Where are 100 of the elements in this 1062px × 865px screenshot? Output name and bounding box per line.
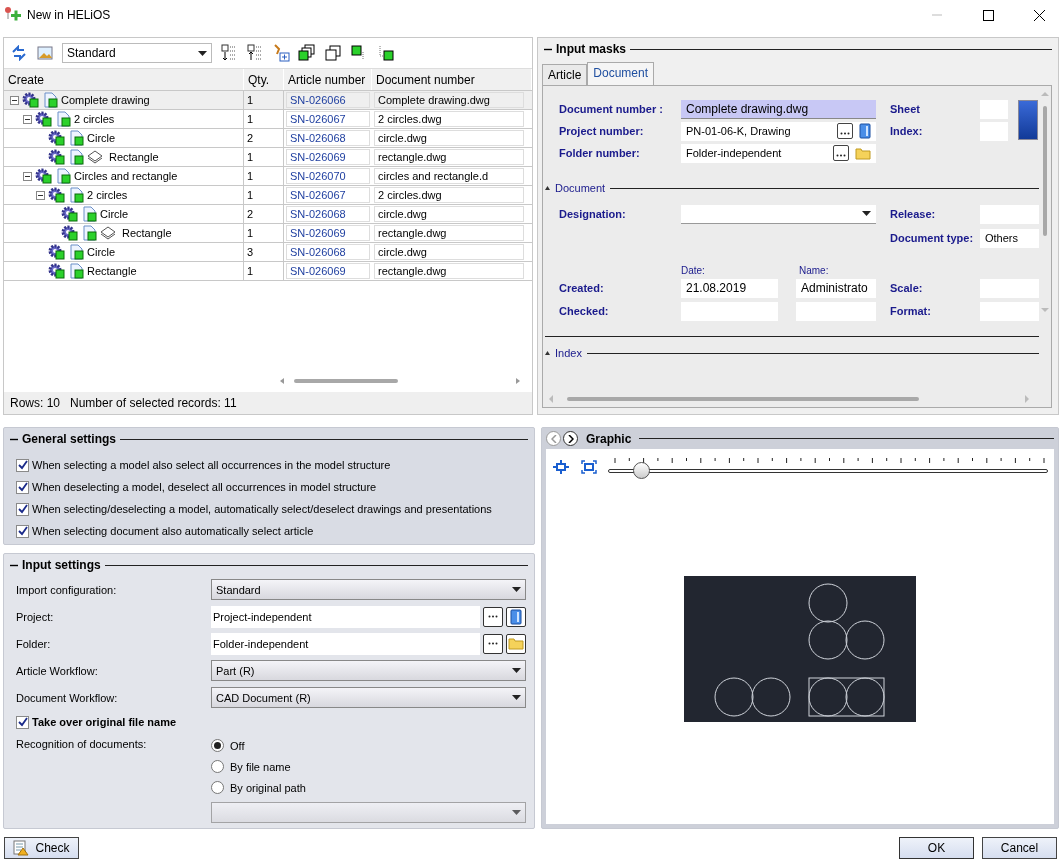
tree-row[interactable]: 2 circles 1 SN-026067 2 circles.dwg [4,110,532,129]
tree-row[interactable]: Rectangle 1 SN-026069 rectangle.dwg [4,224,532,243]
option-label: Take over original file name [32,716,177,728]
status-text: Number of selected records: 11 [70,396,237,410]
group-title: Input masks [556,42,627,56]
list-down-icon [220,44,238,62]
column-header[interactable]: Qty. [244,69,284,90]
gear-icon [47,149,67,165]
option-label: When selecting document also automatically select article [32,525,314,537]
document-number-field[interactable]: Complete drawing.dwg [681,99,876,119]
fit-button[interactable] [552,458,570,476]
document-icon [69,244,85,260]
stack-button[interactable] [298,44,316,62]
tree-label: 2 circles [74,113,115,125]
check-icon [17,526,28,536]
checkbox[interactable] [16,458,29,472]
option-label: When selecting a model also select all occurrences in the model structure [32,459,391,471]
slider-thumb[interactable] [633,462,650,479]
tree-row[interactable]: Circle 3 SN-026068 circle.dwg [4,243,532,262]
table-cell: circle.dwg [374,244,524,260]
table-cell: 1 [244,91,284,109]
preview-thumbnail[interactable] [1018,99,1038,140]
checklist-icon [13,840,30,856]
folder-button[interactable] [506,633,526,654]
ok-button[interactable]: OK [899,837,974,859]
project-button[interactable] [506,606,526,627]
table-cell: SN-026069 [286,149,370,165]
tree-row[interactable]: Circles and rectangle 1 SN-026070 circles and rectangle.d [4,167,532,186]
cancel-button[interactable]: Cancel [982,837,1057,859]
gear-icon [60,225,80,241]
document-workflow-dropdown[interactable]: CAD Document (R) [211,687,526,708]
browse-button[interactable] [483,606,503,627]
field-label: Document Workflow: [16,691,119,704]
field-label: Folder: [16,637,52,650]
document-icon [43,92,59,108]
browse-button[interactable] [483,633,503,654]
horizontal-scrollbar[interactable] [280,376,520,386]
collapse-button[interactable] [36,190,45,200]
radio-button[interactable] [211,739,224,752]
radio-button[interactable] [211,781,224,794]
tree-row[interactable]: Rectangle 1 SN-026069 rectangle.dwg [4,148,532,167]
radio-button[interactable] [211,760,224,773]
caret-icon [512,695,521,700]
tree-row[interactable]: Circle 2 SN-026068 circle.dwg [4,129,532,148]
field-label: Scale: [890,282,924,294]
column-label: Name: [799,265,829,276]
gear-icon [47,130,67,146]
collapse-button[interactable] [23,114,32,124]
tree-button[interactable] [376,44,394,62]
stack-icon [298,44,316,62]
fit-icon [553,460,569,474]
tab[interactable]: Article [542,64,588,85]
collapse-icon [10,563,18,567]
column-header[interactable]: Document number [372,69,532,90]
table-cell: rectangle.dwg [374,263,524,279]
collapse-button[interactable] [23,171,32,181]
browse-button[interactable] [833,145,849,161]
check-button[interactable]: Check [4,837,79,859]
tab[interactable]: Document [587,62,655,85]
date-field[interactable]: 21.08.2019 [681,278,778,298]
column-header[interactable]: Article number [284,69,372,90]
checkbox[interactable] [16,502,29,516]
checkbox[interactable] [16,480,29,494]
gear-icon [34,111,54,127]
tree-row[interactable]: 2 circles 1 SN-026067 2 circles.dwg [4,186,532,205]
refresh-button[interactable] [10,44,28,62]
next-button[interactable] [563,431,578,446]
caret-icon [512,587,521,592]
vertical-scrollbar[interactable] [1040,92,1050,312]
ellipsis-icon [488,642,498,645]
browse-button[interactable] [837,123,853,139]
designation-dropdown[interactable] [681,204,876,224]
zoom-extents-button[interactable] [580,458,598,476]
project-number-field[interactable]: PN-01-06-K, Drawing [681,121,876,141]
tree-label: Rectangle [87,265,137,277]
ellipsis-icon [840,132,850,135]
checkbox[interactable] [16,524,29,538]
tree-row[interactable]: Rectangle 1 SN-026069 rectangle.dwg [4,262,532,281]
folder-field[interactable]: Folder-independent [211,632,480,655]
view-dropdown[interactable]: Standard [62,43,212,63]
tree-row[interactable]: Complete drawing 1 SN-026066 Complete drawing.dwg [4,91,532,110]
horizontal-scrollbar[interactable] [549,394,1029,404]
document-icon [69,263,85,279]
name-field[interactable]: Administrato [796,278,876,298]
column-header[interactable]: Create [4,69,244,90]
article-workflow-dropdown[interactable]: Part (R) [211,660,526,681]
collapse-button[interactable] [10,95,19,105]
tree-label: Circle [87,132,116,144]
list-up-button[interactable] [246,44,264,62]
check-icon [17,482,28,492]
import-configuration-dropdown[interactable]: Standard [211,579,526,600]
folder-number-field[interactable]: Folder-independent [681,143,876,163]
list-down-button[interactable] [220,44,238,62]
copy-button[interactable] [324,44,342,62]
flag-add-button[interactable] [272,44,290,62]
tree-row[interactable]: Circle 2 SN-026068 circle.dwg [4,205,532,224]
checkbox[interactable] [16,715,29,729]
project-field[interactable]: Project-independent [211,605,480,628]
field-label: Import configuration: [16,583,118,596]
document-type-field[interactable]: Others [980,228,1039,248]
